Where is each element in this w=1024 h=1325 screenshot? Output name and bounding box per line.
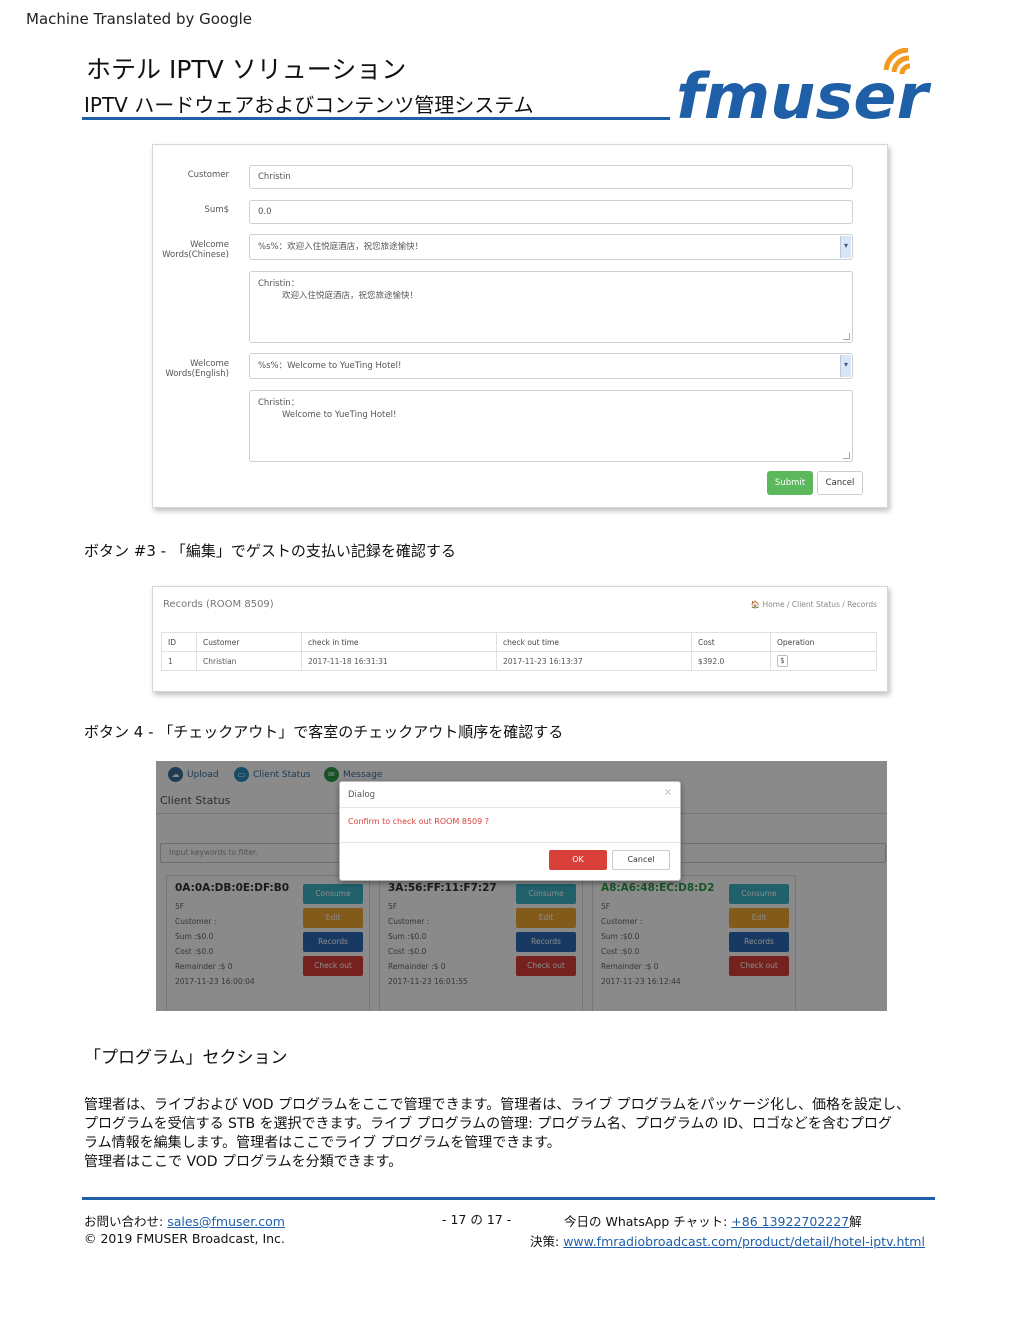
footer-whatsapp: 今日の WhatsApp チャット: +86 13922702227解 [564, 1214, 862, 1229]
document-subtitle: IPTV ハードウェアおよびコンテンツ管理システム [84, 93, 534, 117]
contact-email-link[interactable]: sales@fmuser.com [167, 1214, 285, 1229]
dialog-cancel-button[interactable]: Cancel [612, 850, 670, 870]
welcome-chinese-label: Welcome Words(Chinese) [162, 240, 229, 260]
ok-button[interactable]: OK [549, 850, 607, 870]
welcome-chinese-select[interactable]: %s%：欢迎入住悦庭酒店，祝您旅途愉快！ ▾ [249, 234, 853, 260]
caption-button-4: ボタン 4 - 「チェックアウト」で客室のチェックアウト順序を確認する [84, 723, 564, 741]
machine-translated-note: Machine Translated by Google [26, 10, 253, 28]
sum-input[interactable]: 0.0 [249, 200, 853, 224]
column-header: check in time [301, 632, 497, 652]
submit-button[interactable]: Submit [767, 471, 813, 495]
sum-label: Sum$ [204, 205, 229, 215]
chevron-down-icon[interactable]: ▾ [840, 236, 851, 258]
chevron-down-icon[interactable]: ▾ [840, 355, 851, 377]
cell-check-out: 2017-11-23 16:13:37 [496, 651, 692, 671]
welcome-english-textarea[interactable]: Christin： Welcome to YueTing Hotel! [249, 390, 853, 462]
edit-form-screenshot: Customer Christin Sum$ 0.0 Welcome Words(… [152, 144, 888, 508]
cell-check-in: 2017-11-18 16:31:31 [301, 651, 497, 671]
section-heading: 「プログラム」セクション [84, 1048, 288, 1068]
footer-copyright: © 2019 FMUSER Broadcast, Inc. [84, 1231, 285, 1246]
column-header: check out time [496, 632, 692, 652]
records-screenshot: Records (ROOM 8509) 🏠 Home / Client Stat… [152, 586, 888, 692]
column-header: Customer [196, 632, 302, 652]
breadcrumb[interactable]: 🏠 Home / Client Status / Records [751, 600, 877, 609]
cell-customer: Christian [196, 651, 302, 671]
section-paragraph: 管理者は、ライブおよび VOD プログラムをここで管理できます。管理者は、ライブ… [84, 1097, 910, 1170]
caption-button-3: ボタン #3 - 「編集」でゲストの支払い記録を確認する [84, 542, 456, 560]
fmuser-logo: fmuser [676, 48, 932, 126]
footer-contact: お問い合わせ: sales@fmuser.com [84, 1214, 285, 1229]
client-status-screenshot: ☁ Upload ▭ Client Status ✉ Message Client S… [156, 761, 887, 1011]
column-header: Operation [770, 632, 877, 652]
close-icon[interactable]: × [664, 787, 672, 798]
customer-input[interactable]: Christin [249, 165, 853, 189]
column-header: ID [161, 632, 197, 652]
dialog-title: Dialog [348, 790, 376, 800]
cell-operation: $ [770, 651, 877, 671]
solution-link[interactable]: www.fmradiobroadcast.com/product/detail/… [563, 1234, 925, 1249]
cell-cost: $392.0 [691, 651, 771, 671]
resize-grip-icon[interactable] [843, 452, 850, 459]
records-table: ID Customer check in time check out time… [161, 632, 877, 671]
document-title: ホテル IPTV ソリューション [86, 55, 407, 84]
records-title: Records (ROOM 8509) [163, 599, 274, 610]
title-underline [82, 117, 670, 120]
payment-button[interactable]: $ [777, 655, 788, 667]
confirm-dialog: Dialog × Confirm to check out ROOM 8509 … [339, 781, 681, 881]
divider [340, 842, 680, 843]
cell-id: 1 [161, 651, 197, 671]
table-row: 1 Christian 2017-11-18 16:31:31 2017-11-… [161, 651, 877, 671]
logo-wordmark: fmuser [676, 60, 932, 126]
resize-grip-icon[interactable] [843, 333, 850, 340]
divider [340, 807, 680, 808]
footer-solution: 決策: www.fmradiobroadcast.com/product/det… [530, 1234, 925, 1249]
footer-rule [82, 1197, 935, 1200]
welcome-chinese-textarea[interactable]: Christin： 欢迎入住悦庭酒店，祝您旅途愉快！ [249, 271, 853, 343]
welcome-english-label: Welcome Words(English) [165, 359, 229, 379]
welcome-english-select[interactable]: %s%：Welcome to YueTing Hotel! ▾ [249, 353, 853, 379]
dialog-message: Confirm to check out ROOM 8509 ? [348, 817, 490, 826]
whatsapp-link[interactable]: +86 13922702227 [731, 1214, 849, 1229]
customer-label: Customer [187, 170, 229, 180]
cancel-button[interactable]: Cancel [817, 471, 863, 495]
table-header-row: ID Customer check in time check out time… [161, 632, 877, 652]
column-header: Cost [691, 632, 771, 652]
page-number: - 17 の 17 - [442, 1212, 512, 1227]
